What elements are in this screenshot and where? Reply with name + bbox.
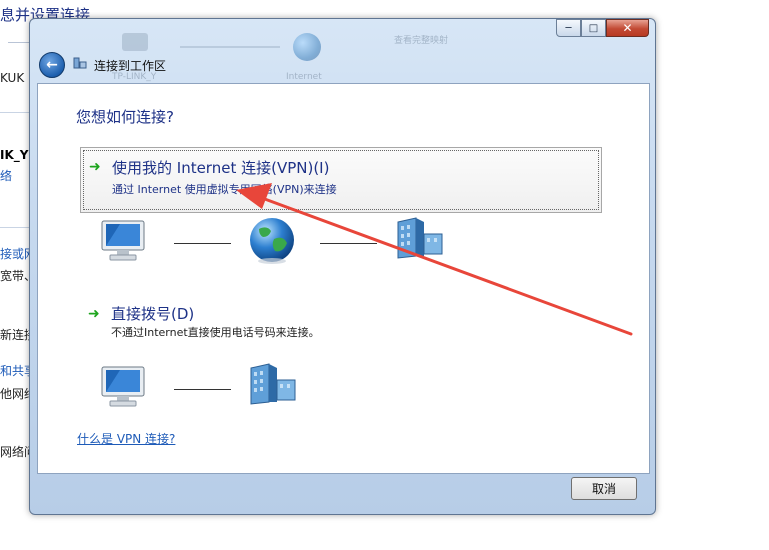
annotation-arrow	[236, 183, 633, 336]
